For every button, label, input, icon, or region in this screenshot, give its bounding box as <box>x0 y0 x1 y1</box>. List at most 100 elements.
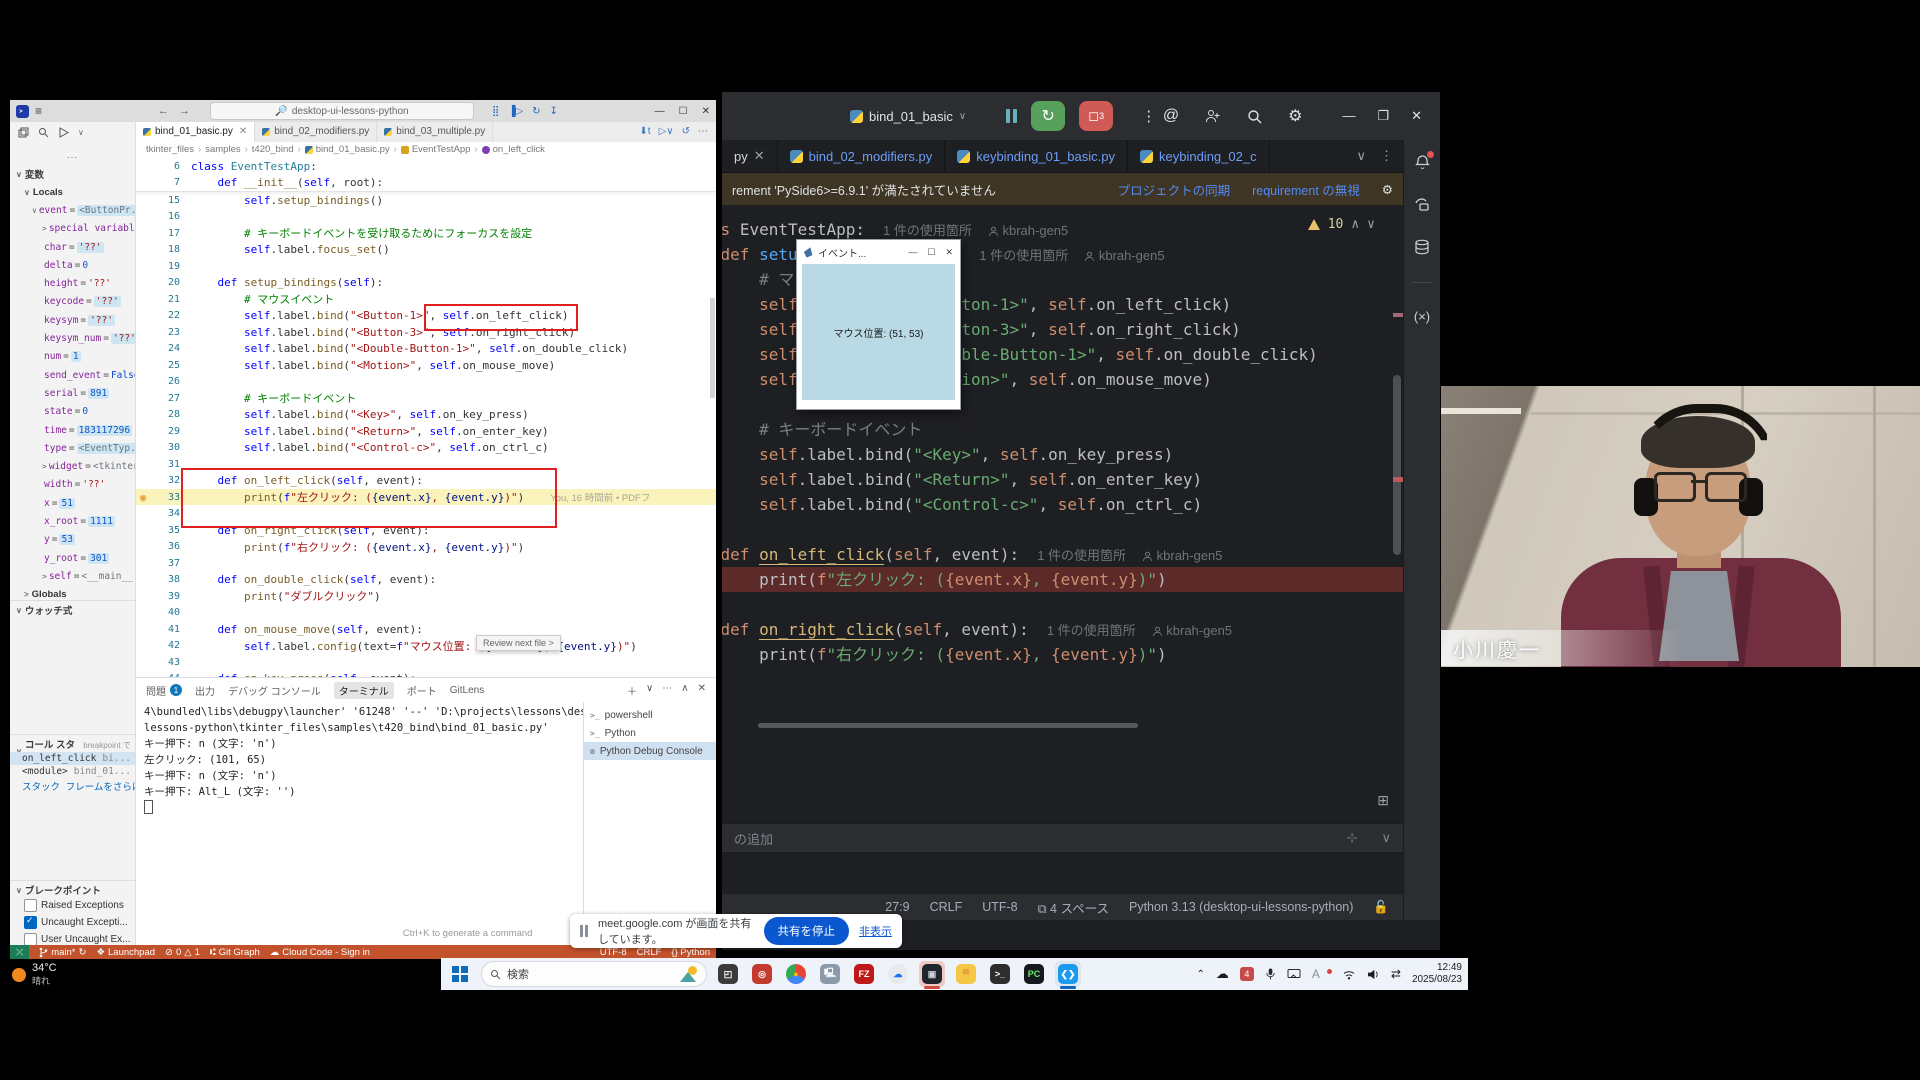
load-more-stack-frames[interactable]: スタック フレームをさらに読み込 <box>10 778 135 794</box>
lock-icon[interactable]: 🔓 <box>1373 900 1389 915</box>
pc-code-line[interactable] <box>722 592 1403 617</box>
code-line-15[interactable]: 15 self.setup_bindings() <box>136 192 716 209</box>
filezilla-icon[interactable]: FZ <box>851 961 877 987</box>
variable-row[interactable]: x=51 <box>10 494 135 512</box>
code-line-24[interactable]: 24 self.label.bind("<Double-Button-1>", … <box>136 340 716 357</box>
line-separator[interactable]: CRLF <box>930 900 963 914</box>
stop-button[interactable]: ◻3 <box>1079 101 1113 131</box>
shell-item-powershell[interactable]: >_powershell <box>584 706 716 724</box>
breadcrumb-item[interactable]: samples <box>205 144 240 155</box>
rerun-debug-button[interactable]: ↻ <box>1031 101 1065 131</box>
breadcrumb[interactable]: tkinter_files›samples›t420_bind›bind_01_… <box>136 142 716 158</box>
variable-row[interactable]: type=<EventTyp... <box>10 439 135 457</box>
code-line-28[interactable]: 28 self.label.bind("<Key>", self.on_key_… <box>136 406 716 423</box>
cast-icon[interactable] <box>1287 968 1301 980</box>
usage-hint[interactable]: 1 件の使用箇所 <box>883 223 972 238</box>
variable-row[interactable]: y=53 <box>10 531 135 549</box>
variable-row[interactable]: serial=891 <box>10 384 135 402</box>
settings-gear-icon[interactable]: ⚙ <box>1288 106 1302 126</box>
badge4-icon[interactable]: 4 <box>1240 967 1254 981</box>
variables-section-header[interactable]: 変数 <box>25 167 44 181</box>
terminal-tab-デバッグ コンソール[interactable]: デバッグ コンソール <box>228 683 321 698</box>
maximize-icon[interactable]: ☐ <box>679 106 688 117</box>
code-line-37[interactable]: 37 <box>136 555 716 572</box>
screen-share-icon[interactable] <box>1413 197 1431 213</box>
code-line-40[interactable]: 40 <box>136 604 716 621</box>
problems-item[interactable]: ⊘ 0 △ 1 <box>165 947 200 958</box>
code-line-7[interactable]: 7 def __init__(self, root): <box>136 174 716 192</box>
variable-row[interactable]: >special variables <box>10 220 135 238</box>
run-debug-icon[interactable] <box>58 127 69 138</box>
terminal-tab-問題[interactable]: 問題1 <box>146 683 182 698</box>
code-line-41[interactable]: 41 def on_mouse_move(self, event): <box>136 621 716 638</box>
checkbox[interactable] <box>24 933 37 945</box>
taskbar-clock[interactable]: 12:492025/08/23 <box>1412 962 1462 986</box>
variable-row[interactable]: x_root=1111 <box>10 512 135 530</box>
restart-icon[interactable]: ↻ <box>532 106 540 117</box>
usage-hint[interactable]: 1 件の使用箇所 <box>1037 548 1126 563</box>
obsidian-icon[interactable]: ◎ <box>749 961 775 987</box>
variable-row[interactable]: delta=0 <box>10 256 135 274</box>
checkbox[interactable] <box>24 916 37 929</box>
tray-chevron-icon[interactable]: ⌃ <box>1196 968 1204 980</box>
taskbar-search[interactable]: 検索 <box>481 961 707 987</box>
caret-position[interactable]: 27:9 <box>885 900 909 914</box>
code-line-6[interactable]: 6class EventTestApp: <box>136 158 716 175</box>
code-line-19[interactable]: 19 <box>136 258 716 275</box>
weather-widget[interactable]: 34°C晴れ <box>12 962 57 987</box>
tab-keybinding_02_c[interactable]: keybinding_02_c <box>1128 140 1270 172</box>
variable-row[interactable]: >self=<__main__... <box>10 567 135 585</box>
pycharm-icon[interactable]: PC <box>1021 961 1047 987</box>
code-line-38[interactable]: 38 def on_double_click(self, event): <box>136 571 716 588</box>
remote-indicator[interactable]: ⤫ <box>10 945 29 959</box>
onedrive-icon[interactable]: ☁ <box>1216 966 1229 982</box>
variable-row[interactable]: >widget=<tkinter... <box>10 457 135 475</box>
pc-code-line[interactable]: self.label.bind("<Key>", self.on_key_pre… <box>722 442 1403 467</box>
new-terminal-icon[interactable]: ＋ <box>627 683 637 698</box>
tab-bind_01_basic.py[interactable]: bind_01_basic.py✕ <box>136 122 255 142</box>
variable-row[interactable]: height='??' <box>10 274 135 292</box>
search-icon[interactable] <box>38 127 49 138</box>
forward-icon[interactable]: → <box>179 105 190 117</box>
breadcrumb-item[interactable]: EventTestApp <box>401 144 471 155</box>
sync-project-link[interactable]: プロジェクトの同期 <box>1118 180 1231 199</box>
minimize-icon[interactable]: — <box>1342 108 1355 124</box>
terminal-tab-GitLens[interactable]: GitLens <box>450 685 484 696</box>
language-item[interactable]: {} Python <box>671 947 710 958</box>
variable-row[interactable]: y_root=301 <box>10 549 135 567</box>
notifications-bell-icon[interactable] <box>1414 154 1431 171</box>
variable-row[interactable]: state=0 <box>10 403 135 421</box>
tab-py[interactable]: py✕ <box>722 140 778 172</box>
database-icon[interactable] <box>1414 239 1430 256</box>
pc-code-line[interactable]: print(f"左クリック: ({event.x}, {event.y})") <box>722 567 1403 592</box>
code-line-25[interactable]: 25 self.label.bind("<Motion>", self.on_m… <box>136 357 716 374</box>
terminal-tab-ポート[interactable]: ポート <box>407 683 437 698</box>
git-branch[interactable]: main*↻ <box>39 947 86 958</box>
code-line-20[interactable]: 20 def setup_bindings(self): <box>136 274 716 291</box>
code-line-43[interactable]: 43 <box>136 654 716 671</box>
pause-button[interactable] <box>1006 109 1017 123</box>
breakpoint-row[interactable]: User Uncaught Ex... <box>10 931 135 945</box>
recorder-icon[interactable]: ▣ <box>919 961 945 987</box>
maximize-icon[interactable]: ❐ <box>1377 108 1389 124</box>
variable-row[interactable]: keysym='??' <box>10 311 135 329</box>
more-actions[interactable]: ... <box>10 150 135 161</box>
start-button[interactable] <box>447 961 473 987</box>
pc-code-line[interactable]: # キーボードイベント <box>722 417 1403 442</box>
tab-actions[interactable]: ∨⋮ <box>1356 148 1403 164</box>
tabs-dropdown-icon[interactable]: ∨ <box>1356 148 1366 164</box>
minimize-icon[interactable]: — <box>908 247 917 258</box>
minimize-icon[interactable]: — <box>655 106 665 117</box>
terminal-output[interactable]: 4\bundled\libs\debugpy\launcher' '61248'… <box>136 702 583 945</box>
wifi-icon[interactable] <box>1342 969 1356 980</box>
git-graph-item[interactable]: ⑆Git Graph <box>210 947 260 958</box>
meet-icon[interactable]: ☁ <box>885 961 911 987</box>
terminal-tab-出力[interactable]: 出力 <box>195 683 215 698</box>
variable-row[interactable]: send_event=False <box>10 366 135 384</box>
close-panel-icon[interactable]: ✕ <box>698 683 706 698</box>
review-next-file-tooltip[interactable]: Review next file > <box>476 635 561 651</box>
code-line-44[interactable]: 44 def on_key_press(self, event): <box>136 670 716 677</box>
shell-item-Python Debug Console[interactable]: ⚙Python Debug Console <box>584 742 716 760</box>
explorer-icon[interactable]: ▀ <box>953 961 979 987</box>
tab-bind_02_modifiers.py[interactable]: bind_02_modifiers.py <box>255 122 377 142</box>
